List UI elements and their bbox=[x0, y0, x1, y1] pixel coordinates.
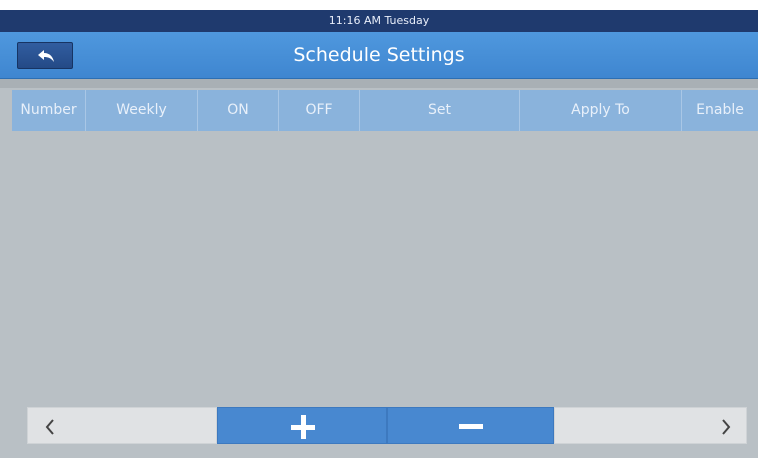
remove-schedule-button[interactable] bbox=[387, 407, 554, 444]
plus-icon bbox=[291, 415, 315, 439]
header-separator bbox=[0, 79, 758, 88]
column-header-enable: Enable bbox=[696, 102, 744, 118]
previous-page-button[interactable] bbox=[27, 407, 217, 444]
column-header-set: Set bbox=[360, 90, 520, 131]
title-bar: Schedule Settings bbox=[0, 32, 758, 79]
status-bar: 11:16 AM Tuesday bbox=[0, 10, 758, 32]
schedule-table-body bbox=[12, 131, 758, 403]
column-header-number: Number bbox=[12, 90, 86, 131]
chevron-right-icon bbox=[722, 419, 731, 435]
status-time: 11:16 AM bbox=[328, 14, 381, 27]
add-schedule-button[interactable] bbox=[217, 407, 387, 444]
next-page-button[interactable] bbox=[554, 407, 747, 444]
chevron-left-icon bbox=[45, 419, 54, 435]
column-header-weekly: Weekly bbox=[86, 90, 198, 131]
top-cropped-text bbox=[0, 0, 758, 10]
column-header-off: OFF bbox=[279, 90, 360, 131]
page-title: Schedule Settings bbox=[293, 44, 465, 66]
column-header-on: ON bbox=[198, 90, 279, 131]
bottom-toolbar bbox=[27, 407, 747, 444]
column-header-apply-to: Apply To bbox=[520, 90, 682, 131]
status-day: Tuesday bbox=[384, 14, 430, 27]
screen: 11:16 AM Tuesday Schedule Settings Numbe… bbox=[0, 10, 758, 458]
minus-icon bbox=[459, 424, 483, 429]
table-header: Number Weekly ON OFF Set Apply To Enable bbox=[12, 90, 758, 131]
